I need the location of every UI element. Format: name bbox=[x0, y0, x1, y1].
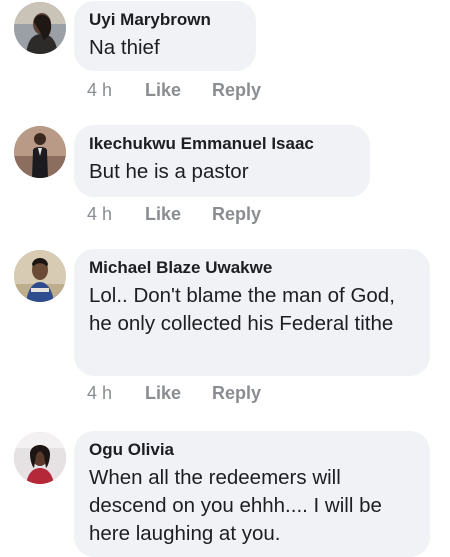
comment-item: Michael Blaze Uwakwe Lol.. Don't blame t… bbox=[14, 248, 444, 408]
like-button[interactable]: Like bbox=[145, 203, 212, 225]
reply-button[interactable]: Reply bbox=[212, 203, 261, 225]
user-avatar-icon bbox=[14, 250, 66, 302]
comment-bubble: Ikechukwu Emmanuel Isaac But he is a pas… bbox=[74, 125, 370, 197]
comment-timestamp[interactable]: 4 h bbox=[87, 382, 145, 404]
user-avatar-icon bbox=[14, 2, 66, 54]
comment-bubble: Uyi Marybrown Na thief bbox=[74, 1, 256, 71]
reply-button[interactable]: Reply bbox=[212, 382, 261, 404]
comment-author[interactable]: Ikechukwu Emmanuel Isaac bbox=[89, 134, 354, 154]
comment-text: When all the redeemers will descend on y… bbox=[89, 466, 382, 545]
comment-timestamp[interactable]: 4 h bbox=[87, 203, 145, 225]
comment-bubble: Michael Blaze Uwakwe Lol.. Don't blame t… bbox=[74, 249, 430, 376]
like-button[interactable]: Like bbox=[145, 382, 212, 404]
comment-item: Uyi Marybrown Na thief 4 h Like Reply bbox=[14, 0, 444, 110]
user-avatar-icon bbox=[14, 126, 66, 178]
comment-author[interactable]: Michael Blaze Uwakwe bbox=[89, 258, 414, 278]
avatar[interactable] bbox=[14, 432, 66, 484]
comment-actions: 4 h Like Reply bbox=[87, 79, 261, 101]
avatar[interactable] bbox=[14, 126, 66, 178]
avatar[interactable] bbox=[14, 2, 66, 54]
comment-text: Na thief bbox=[89, 36, 160, 59]
comment-author[interactable]: Ogu Olivia bbox=[89, 440, 414, 460]
comment-item: Ikechukwu Emmanuel Isaac But he is a pas… bbox=[14, 124, 444, 234]
comment-bubble: Ogu Olivia When all the redeemers will d… bbox=[74, 431, 430, 557]
comment-text: But he is a pastor bbox=[89, 160, 249, 183]
comment-timestamp[interactable]: 4 h bbox=[87, 79, 145, 101]
reply-button[interactable]: Reply bbox=[212, 79, 261, 101]
comment-actions: 4 h Like Reply bbox=[87, 203, 261, 225]
like-button[interactable]: Like bbox=[145, 79, 212, 101]
user-avatar-icon bbox=[14, 432, 66, 484]
comment-item: Ogu Olivia When all the redeemers will d… bbox=[14, 430, 444, 557]
avatar[interactable] bbox=[14, 250, 66, 302]
comment-actions: 4 h Like Reply bbox=[87, 382, 261, 404]
comment-author[interactable]: Uyi Marybrown bbox=[89, 10, 240, 30]
comment-text: Lol.. Don't blame the man of God, he onl… bbox=[89, 284, 395, 335]
